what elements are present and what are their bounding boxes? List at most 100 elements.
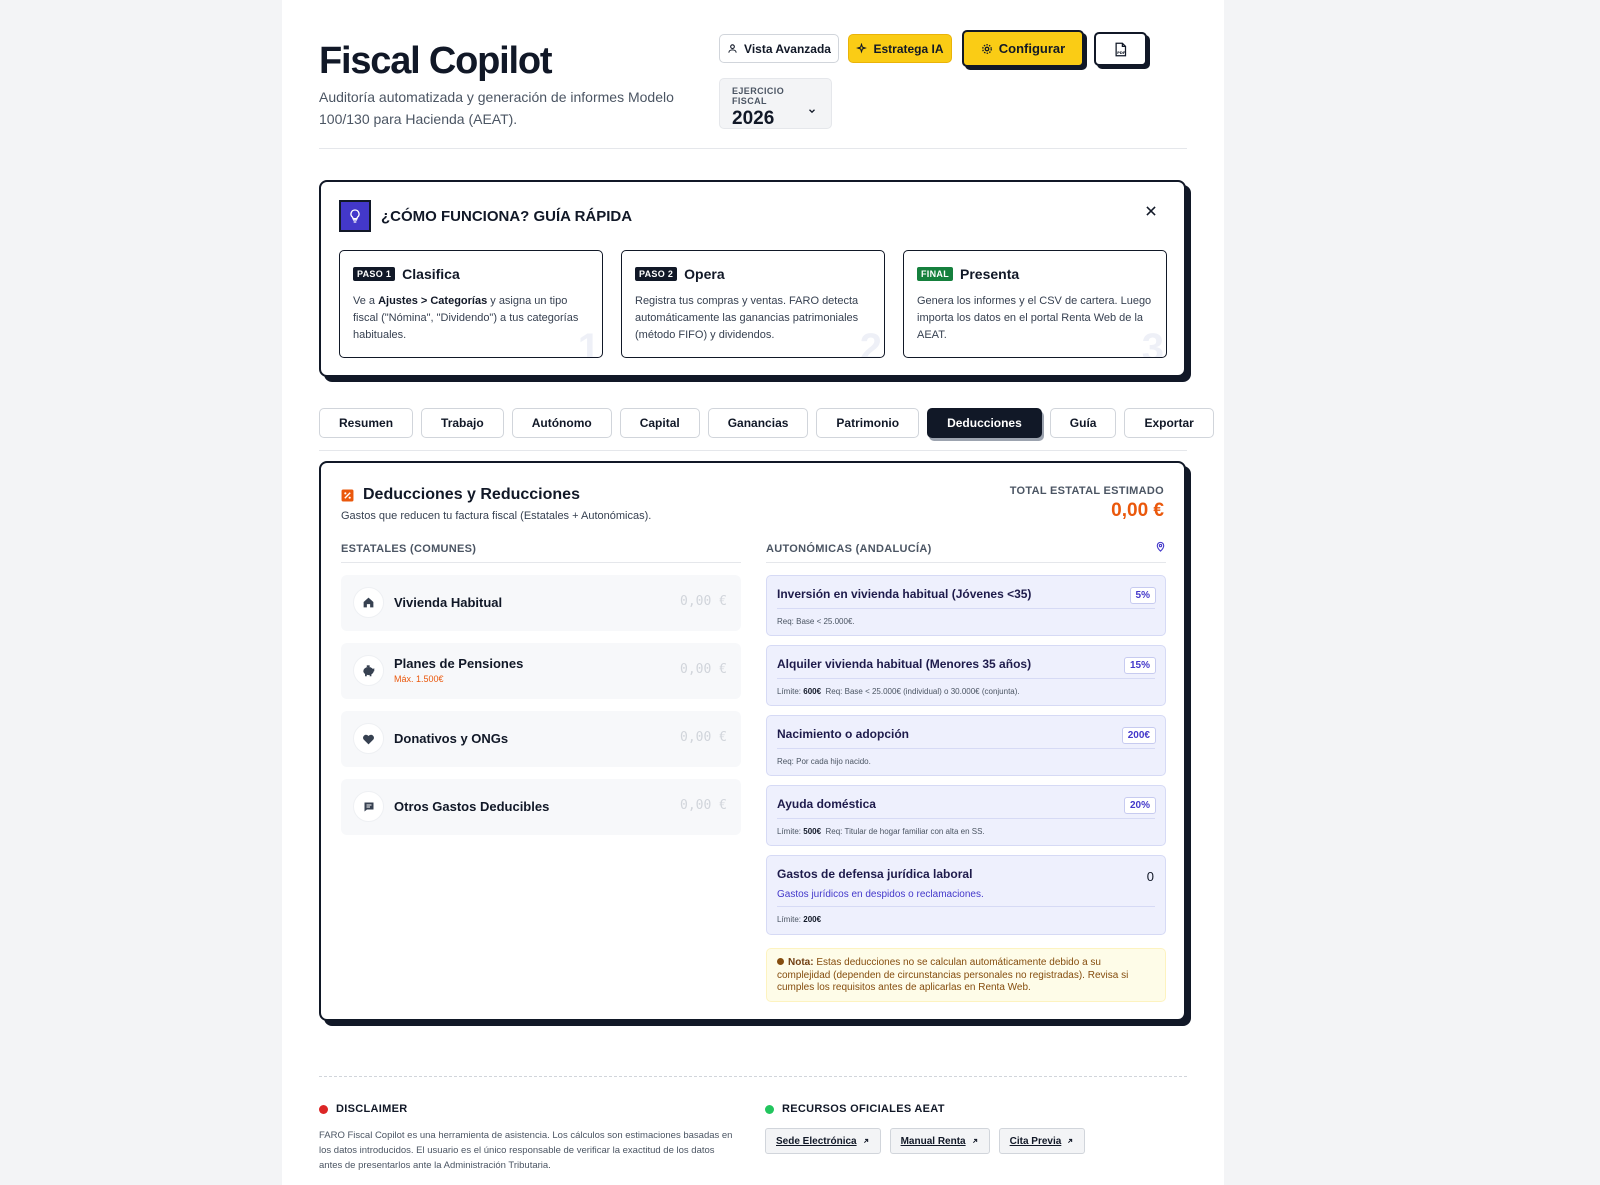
disclaimer-text: FARO Fiscal Copilot es una herramienta d…: [319, 1130, 733, 1171]
fiscal-year-value: 2026: [732, 108, 775, 129]
card-subtitle: Gastos que reducen tu factura fiscal (Es…: [341, 510, 652, 522]
step-text: Ve a Ajustes > Categorías y asigna un ti…: [353, 295, 579, 341]
regional-deduction-card[interactable]: Alquiler vivienda habitual (Menores 35 a…: [766, 645, 1166, 706]
cita-previa-link[interactable]: Cita Previa: [998, 1128, 1086, 1154]
user-icon: [728, 44, 737, 53]
app-subtitle: Auditoría automatizada y generación de i…: [319, 89, 674, 127]
tab-deducciones[interactable]: Deducciones: [927, 408, 1042, 438]
advanced-view-button[interactable]: Vista Avanzada: [719, 34, 839, 63]
configure-button[interactable]: Configurar: [962, 30, 1084, 67]
step-text: Genera los informes y el CSV de cartera.…: [917, 295, 1152, 341]
regional-deduction-description: Gastos jurídicos en despidos o reclamaci…: [777, 889, 984, 900]
external-link-icon: [972, 1138, 977, 1144]
chevron-down-icon: [809, 109, 815, 114]
disclaimer-heading: DISCLAIMER: [319, 1103, 407, 1115]
state-deduction-row[interactable]: Donativos y ONGs 0,00 €: [341, 711, 741, 767]
guide-title: ¿CÓMO FUNCIONA? GUÍA RÁPIDA: [381, 208, 633, 225]
regional-deduction-badge: 5%: [1129, 587, 1156, 604]
external-link-icon: [863, 1138, 868, 1144]
alert-icon: [319, 1104, 328, 1114]
tab-ganancias[interactable]: Ganancias: [707, 408, 809, 438]
home-icon: [353, 587, 384, 618]
tab-guia[interactable]: Guía: [1049, 408, 1117, 438]
card-title: Deducciones y Reducciones: [341, 486, 580, 504]
pdf-file-icon: PDF: [1115, 42, 1127, 56]
regional-deduction-name: Nacimiento o adopción: [777, 727, 910, 741]
deduction-value: 0,00 €: [680, 798, 727, 813]
close-icon[interactable]: [1142, 202, 1160, 220]
regional-deduction-badge: 200€: [1121, 727, 1156, 744]
ai-strategist-label: Estratega IA: [873, 41, 944, 56]
state-deduction-row[interactable]: Vivienda Habitual 0,00 €: [341, 575, 741, 631]
total-value: 0,00 €: [1111, 500, 1164, 521]
tab-exportar[interactable]: Exportar: [1124, 408, 1214, 438]
app-title: Fiscal Copilot: [319, 40, 553, 82]
pdf-export-button[interactable]: PDF: [1094, 32, 1147, 66]
regional-deduction-name: Alquiler vivienda habitual (Menores 35 a…: [777, 657, 1032, 671]
regional-deduction-requirement: Límite: 600€ Req: Base < 25.000€ (indivi…: [777, 687, 1020, 696]
regional-deduction-requirement: Req: Base < 25.000€.: [777, 617, 855, 626]
divider: [777, 748, 1155, 749]
sparkle-icon: [856, 43, 868, 54]
step-tag: FINAL: [917, 267, 953, 281]
state-column-header: ESTATALES (COMUNES): [341, 543, 741, 563]
tab-trabajo[interactable]: Trabajo: [421, 408, 504, 438]
regional-deduction-requirement: Req: Por cada hijo nacido.: [777, 757, 871, 766]
tab-capital[interactable]: Capital: [619, 408, 700, 438]
state-deduction-row[interactable]: Otros Gastos Deducibles 0,00 €: [341, 779, 741, 835]
guide-step-1: PASO 1 Clasifica Ve a Ajustes > Categorí…: [339, 250, 603, 358]
regional-deduction-card[interactable]: Gastos de defensa jurídica laboral 0 Gas…: [766, 855, 1166, 935]
total-label: TOTAL ESTATAL ESTIMADO: [1009, 485, 1164, 497]
regional-deduction-name: Inversión en vivienda habitual (Jóvenes …: [777, 587, 1032, 601]
resource-links: Sede Electrónica Manual Renta Cita Previ…: [765, 1128, 1086, 1154]
gear-icon: [981, 43, 992, 54]
tab-patrimonio[interactable]: Patrimonio: [816, 408, 920, 438]
deduction-value: 0,00 €: [680, 594, 727, 609]
divider: [777, 678, 1155, 679]
state-deduction-row[interactable]: Planes de Pensiones Máx. 1.500€ 0,00 €: [341, 643, 741, 699]
deductions-card: Deducciones y Reducciones Gastos que red…: [319, 461, 1186, 1021]
regional-deduction-card[interactable]: Ayuda doméstica 20% Límite: 500€ Req: Ti…: [766, 785, 1166, 846]
resources-heading: RECURSOS OFICIALES AEAT: [765, 1103, 945, 1115]
regional-deduction-name: Gastos de defensa jurídica laboral: [777, 867, 973, 881]
step-number: 2: [859, 326, 882, 358]
tab-autonomo[interactable]: Autónomo: [511, 408, 612, 438]
deduction-name: Vivienda Habitual: [394, 595, 503, 610]
step-title: Presenta: [960, 266, 1020, 282]
divider: [777, 906, 1155, 907]
regional-deduction-name: Ayuda doméstica: [777, 797, 876, 811]
fiscal-year-select[interactable]: EJERCICIO FISCAL 2026: [719, 78, 832, 129]
regional-deduction-card[interactable]: Nacimiento o adopción 200€ Req: Por cada…: [766, 715, 1166, 776]
configure-label: Configurar: [998, 41, 1066, 56]
manual-renta-link[interactable]: Manual Renta: [889, 1128, 990, 1154]
regional-deduction-limit: Límite: 200€: [777, 915, 822, 924]
warning-note: Nota: Estas deducciones no se calculan a…: [766, 948, 1166, 1002]
external-link-icon: [1068, 1138, 1073, 1144]
regional-deduction-badge: 20%: [1123, 797, 1156, 814]
receipt-icon: [353, 791, 384, 822]
divider: [777, 608, 1155, 609]
tabs-divider: [319, 450, 1187, 451]
step-tag: PASO 1: [353, 267, 396, 281]
regional-deduction-requirement: Límite: 500€ Req: Titular de hogar famil…: [777, 827, 985, 836]
check-circle-icon: [765, 1104, 774, 1114]
step-text: Registra tus compras y ventas. FARO dete…: [635, 295, 859, 341]
page: Fiscal Copilot Auditoría automatizada y …: [282, 0, 1224, 1185]
deduction-limit-note: Máx. 1.500€: [394, 674, 444, 684]
regional-deduction-card[interactable]: Inversión en vivienda habitual (Jóvenes …: [766, 575, 1166, 636]
deduction-name: Planes de Pensiones: [394, 656, 524, 671]
fiscal-year-label: EJERCICIO FISCAL: [732, 86, 785, 106]
regional-deduction-badge: 15%: [1123, 657, 1156, 674]
footer-divider: [319, 1076, 1187, 1077]
regional-column-header: AUTONÓMICAS (ANDALUCÍA): [766, 541, 1166, 563]
sede-electronica-link[interactable]: Sede Electrónica: [765, 1128, 881, 1154]
tab-resumen[interactable]: Resumen: [319, 408, 414, 438]
quick-guide-panel: ¿CÓMO FUNCIONA? GUÍA RÁPIDA PASO 1 Clasi…: [319, 180, 1186, 377]
lightbulb-icon: [339, 200, 371, 232]
ai-strategist-button[interactable]: Estratega IA: [848, 34, 952, 63]
step-number: 3: [1141, 326, 1164, 358]
warning-icon: [777, 957, 784, 965]
percent-icon: [341, 489, 354, 501]
step-title: Clasifica: [402, 266, 460, 282]
guide-step-3: FINAL Presenta Genera los informes y el …: [903, 250, 1167, 358]
